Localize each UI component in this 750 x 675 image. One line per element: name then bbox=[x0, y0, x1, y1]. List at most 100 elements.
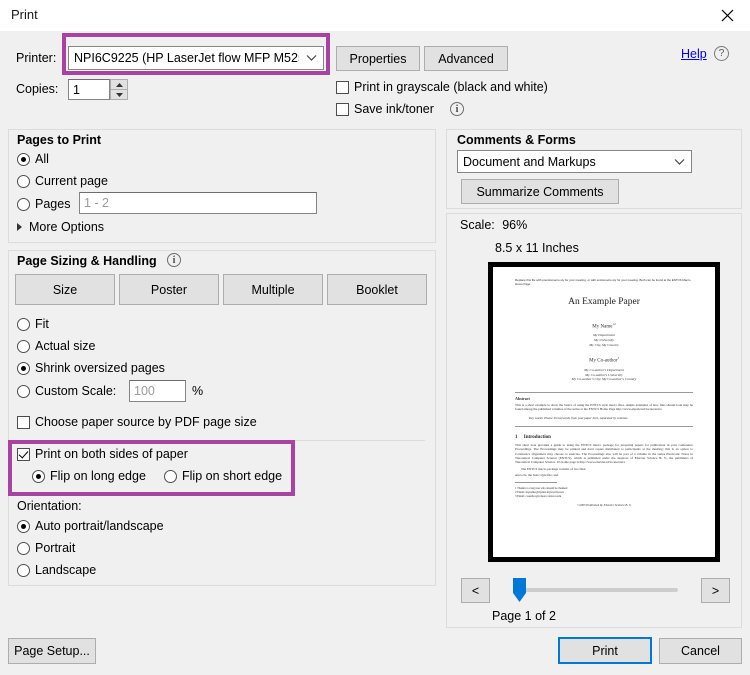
custom-scale-input[interactable]: 100 bbox=[129, 380, 186, 402]
radio-dot bbox=[164, 469, 177, 483]
duplex-checkbox[interactable]: Print on both sides of paper bbox=[17, 447, 188, 461]
radio-shrink-oversized-label: Shrink oversized pages bbox=[35, 361, 165, 375]
page-preview[interactable]: Replace this file with prentcsmacro.sty … bbox=[488, 262, 720, 562]
save-ink-checkbox[interactable]: Save ink/toner bbox=[336, 102, 434, 116]
radio-all[interactable]: All bbox=[17, 152, 49, 166]
doc-abstract-heading: Abstract bbox=[515, 395, 530, 401]
doc-footnote-3: 3 Email: coauthor@cohost.coinst.coedu bbox=[515, 493, 562, 498]
orientation-label: Orientation: bbox=[17, 499, 82, 513]
radio-flip-short-edge[interactable]: Flip on short edge bbox=[164, 469, 282, 483]
radio-landscape[interactable]: Landscape bbox=[17, 563, 96, 577]
custom-scale-unit: % bbox=[192, 384, 204, 398]
chevron-right-icon bbox=[17, 223, 22, 231]
radio-custom-scale[interactable]: Custom Scale: bbox=[17, 384, 116, 398]
info-icon[interactable]: i bbox=[450, 102, 464, 116]
comments-forms-select[interactable]: Document and Markups bbox=[457, 150, 692, 173]
chevron-down-icon bbox=[299, 47, 323, 69]
doc-copyright: ©2003 Published by Elsevier Science B. V… bbox=[576, 502, 632, 507]
radio-actual-size[interactable]: Actual size bbox=[17, 339, 95, 353]
page-status-text: Page 1 of 2 bbox=[492, 609, 556, 623]
duplex-divider bbox=[15, 440, 425, 441]
multiple-button[interactable]: Multiple bbox=[223, 274, 323, 305]
print-button[interactable]: Print bbox=[558, 637, 652, 664]
radio-current-page[interactable]: Current page bbox=[17, 174, 108, 188]
radio-custom-scale-label: Custom Scale: bbox=[35, 384, 117, 398]
radio-pages[interactable]: Pages bbox=[17, 197, 70, 211]
doc-section-heading: 1 Introduction bbox=[515, 435, 693, 440]
more-options-label: More Options bbox=[29, 220, 105, 234]
radio-dot bbox=[17, 339, 30, 353]
comments-forms-heading: Comments & Forms bbox=[457, 133, 576, 147]
poster-button[interactable]: Poster bbox=[119, 274, 219, 305]
cancel-button[interactable]: Cancel bbox=[659, 638, 742, 664]
radio-fit-label: Fit bbox=[35, 317, 49, 331]
radio-flip-long-edge-label: Flip on long edge bbox=[50, 469, 146, 483]
paper-size-label: 8.5 x 11 Inches bbox=[495, 241, 579, 255]
radio-dot bbox=[17, 152, 30, 166]
preview-page-content: Replace this file with prentcsmacro.sty … bbox=[493, 267, 715, 557]
next-page-button[interactable]: > bbox=[701, 578, 730, 603]
page-setup-button[interactable]: Page Setup... bbox=[8, 638, 96, 664]
radio-flip-long-edge[interactable]: Flip on long edge bbox=[32, 469, 146, 483]
checkbox-box bbox=[17, 415, 30, 429]
info-icon[interactable]: i bbox=[167, 253, 181, 267]
prev-page-button[interactable]: < bbox=[461, 578, 490, 603]
doc-section-text: This short note provides a guide to usin… bbox=[515, 442, 693, 465]
grayscale-label: Print in grayscale (black and white) bbox=[354, 80, 548, 94]
radio-dot bbox=[32, 469, 45, 483]
booklet-button[interactable]: Booklet bbox=[327, 274, 427, 305]
paper-source-checkbox[interactable]: Choose paper source by PDF page size bbox=[17, 415, 257, 429]
size-button[interactable]: Size bbox=[15, 274, 115, 305]
more-options-toggle[interactable]: More Options bbox=[17, 220, 104, 234]
radio-dot bbox=[17, 317, 30, 331]
doc-footnote-rule bbox=[515, 481, 557, 483]
doc-author-affiliation: My Department My University My City, My … bbox=[589, 333, 619, 347]
copies-input[interactable]: 1 bbox=[68, 79, 110, 100]
radio-dot bbox=[17, 519, 30, 533]
pages-range-placeholder: 1 - 2 bbox=[84, 196, 110, 210]
printer-select-value: NPI6C9225 (HP LaserJet flow MFP M525) bbox=[74, 51, 299, 65]
print-dialog: Print Printer: NPI6C9225 (HP LaserJet fl… bbox=[0, 0, 750, 675]
doc-coauthor-affiliation: My Co-author's Department My Co-author's… bbox=[571, 367, 637, 382]
advanced-button[interactable]: Advanced bbox=[424, 46, 508, 71]
copies-stepper[interactable] bbox=[110, 79, 128, 100]
doc-rule bbox=[515, 425, 693, 427]
pages-to-print-heading: Pages to Print bbox=[17, 133, 102, 147]
doc-rule bbox=[515, 391, 693, 393]
checkbox-box bbox=[336, 80, 349, 94]
scale-info: Scale: 96% bbox=[460, 218, 527, 232]
doc-author: My Name1,2 bbox=[515, 323, 693, 330]
radio-dot bbox=[17, 361, 30, 375]
close-button[interactable] bbox=[704, 0, 750, 31]
duplex-label: Print on both sides of paper bbox=[35, 447, 188, 461]
spinner-down-icon[interactable] bbox=[110, 89, 128, 100]
printer-select[interactable]: NPI6C9225 (HP LaserJet flow MFP M525) bbox=[68, 46, 324, 70]
radio-pages-label: Pages bbox=[35, 197, 71, 211]
window-title: Print bbox=[11, 7, 38, 22]
doc-section-number: 1 bbox=[515, 434, 518, 440]
radio-actual-size-label: Actual size bbox=[35, 339, 96, 353]
radio-auto-orientation[interactable]: Auto portrait/landscape bbox=[17, 519, 164, 533]
doc-coauthor-marks: 3 bbox=[617, 357, 619, 361]
properties-button[interactable]: Properties bbox=[336, 46, 420, 71]
radio-shrink-oversized[interactable]: Shrink oversized pages bbox=[17, 361, 165, 375]
summarize-comments-button[interactable]: Summarize Comments bbox=[461, 179, 619, 204]
grayscale-checkbox[interactable]: Print in grayscale (black and white) bbox=[336, 80, 548, 94]
radio-flip-short-edge-label: Flip on short edge bbox=[182, 469, 283, 483]
radio-portrait[interactable]: Portrait bbox=[17, 541, 75, 555]
question-mark-icon[interactable]: ? bbox=[714, 46, 729, 61]
size-button-label: Size bbox=[52, 282, 78, 297]
custom-scale-value: 100 bbox=[134, 384, 155, 398]
scale-label: Scale: bbox=[460, 218, 495, 232]
radio-fit[interactable]: Fit bbox=[17, 317, 49, 331]
doc-abstract-text: This is a short example to show the basi… bbox=[515, 402, 693, 412]
title-bar: Print bbox=[0, 0, 750, 31]
doc-coauthor: My Co-author3 bbox=[515, 357, 693, 364]
help-link[interactable]: Help bbox=[681, 47, 707, 61]
page-slider-track[interactable] bbox=[516, 588, 678, 592]
doc-coauthor-name: My Co-author bbox=[589, 358, 618, 364]
page-status-label: Page 1 of 2 bbox=[0, 609, 750, 623]
pages-range-input[interactable]: 1 - 2 bbox=[79, 192, 317, 214]
doc-keywords: Key words: Please list keywords from you… bbox=[529, 415, 629, 420]
chevron-down-icon bbox=[667, 151, 691, 172]
